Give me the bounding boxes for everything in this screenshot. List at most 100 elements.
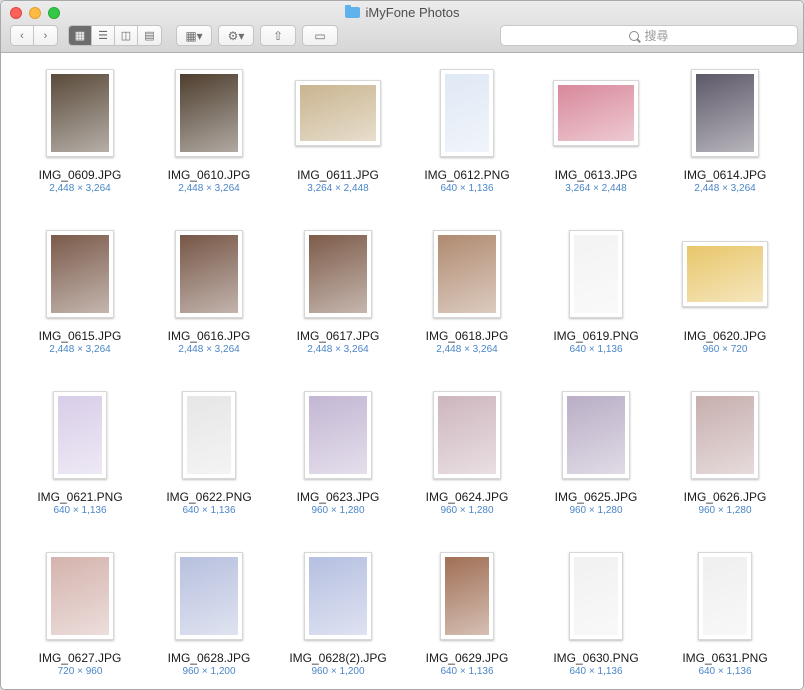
file-thumbnail[interactable] — [553, 80, 639, 146]
file-item[interactable]: IMG_0622.PNG 640 × 1,136 — [147, 388, 271, 538]
tag-icon: ▭ — [314, 28, 326, 43]
folder-icon — [344, 5, 360, 18]
thumbnail-image — [696, 74, 754, 152]
file-item[interactable]: IMG_0616.JPG 2,448 × 3,264 — [147, 227, 271, 377]
file-item[interactable]: IMG_0619.PNG 640 × 1,136 — [534, 227, 658, 377]
file-name: IMG_0613.JPG — [554, 168, 638, 182]
file-item[interactable]: IMG_0623.JPG 960 × 1,280 — [276, 388, 400, 538]
file-thumbnail[interactable] — [433, 230, 501, 318]
file-dimensions: 960 × 1,200 — [311, 666, 365, 677]
search-field[interactable]: 搜尋 — [500, 25, 798, 46]
file-item[interactable]: IMG_0609.JPG 2,448 × 3,264 — [18, 66, 142, 216]
thumbnail-image — [438, 396, 496, 474]
file-thumbnail[interactable] — [175, 552, 243, 640]
file-thumbnail[interactable] — [53, 391, 107, 479]
file-item[interactable]: IMG_0614.JPG 2,448 × 3,264 — [663, 66, 787, 216]
forward-button[interactable]: › — [34, 26, 57, 45]
thumbnail-image — [180, 74, 238, 152]
cover-flow-view-icon: ▤ — [144, 30, 155, 42]
file-item[interactable]: IMG_0610.JPG 2,448 × 3,264 — [147, 66, 271, 216]
file-item[interactable]: IMG_0621.PNG 640 × 1,136 — [18, 388, 142, 538]
action-button[interactable]: ⚙▾ — [218, 25, 254, 46]
thumbnail-image — [696, 396, 754, 474]
file-item[interactable]: IMG_0626.JPG 960 × 1,280 — [663, 388, 787, 538]
thumbnail-image — [51, 557, 109, 635]
back-button[interactable]: ‹ — [11, 26, 34, 45]
finder-window: iMyFone Photos ‹ › ▦ ☰ ◫ ▤ ▦▾ ⚙▾ ⇧ ▭ 搜尋 … — [0, 0, 804, 690]
file-item[interactable]: IMG_0627.JPG 720 × 960 — [18, 549, 142, 689]
file-item[interactable]: IMG_0612.PNG 640 × 1,136 — [405, 66, 529, 216]
file-thumbnail[interactable] — [440, 69, 494, 157]
file-item[interactable]: IMG_0624.JPG 960 × 1,280 — [405, 388, 529, 538]
thumbnail-image — [309, 235, 367, 313]
arrange-button[interactable]: ▦▾ — [176, 25, 212, 46]
file-dimensions: 640 × 1,136 — [569, 666, 623, 677]
file-name: IMG_0628.JPG — [167, 651, 251, 665]
window-title-text: iMyFone Photos — [365, 5, 460, 20]
file-thumbnail[interactable] — [433, 391, 501, 479]
thumbnail-image — [180, 235, 238, 313]
file-item[interactable]: IMG_0620.JPG 960 × 720 — [663, 227, 787, 377]
file-thumbnail[interactable] — [682, 241, 768, 307]
file-item[interactable]: IMG_0615.JPG 2,448 × 3,264 — [18, 227, 142, 377]
icon-view-button[interactable]: ▦ — [69, 26, 92, 45]
file-item[interactable]: IMG_0631.PNG 640 × 1,136 — [663, 549, 787, 689]
file-thumbnail[interactable] — [46, 552, 114, 640]
file-thumbnail[interactable] — [304, 391, 372, 479]
file-thumbnail[interactable] — [569, 552, 623, 640]
file-thumbnail[interactable] — [562, 391, 630, 479]
file-item[interactable]: IMG_0613.JPG 3,264 × 2,448 — [534, 66, 658, 216]
file-thumbnail[interactable] — [698, 552, 752, 640]
file-dimensions: 2,448 × 3,264 — [49, 183, 111, 194]
file-name: IMG_0617.JPG — [296, 329, 380, 343]
file-thumbnail[interactable] — [304, 552, 372, 640]
arrange-grid-icon: ▦▾ — [185, 28, 203, 43]
file-name: IMG_0629.JPG — [425, 651, 509, 665]
tag-button[interactable]: ▭ — [302, 25, 338, 46]
file-thumbnail[interactable] — [569, 230, 623, 318]
file-item[interactable]: IMG_0629.JPG 640 × 1,136 — [405, 549, 529, 689]
file-dimensions: 720 × 960 — [57, 666, 103, 677]
file-item[interactable]: IMG_0630.PNG 640 × 1,136 — [534, 549, 658, 689]
file-thumbnail[interactable] — [175, 230, 243, 318]
file-thumbnail[interactable] — [175, 69, 243, 157]
file-name: IMG_0622.PNG — [166, 490, 252, 504]
thumbnail-image — [445, 557, 489, 635]
file-item[interactable]: IMG_0628(2).JPG 960 × 1,200 — [276, 549, 400, 689]
thumbnail-image — [703, 557, 747, 635]
file-item[interactable]: IMG_0618.JPG 2,448 × 3,264 — [405, 227, 529, 377]
share-button[interactable]: ⇧ — [260, 25, 296, 46]
view-mode-control: ▦ ☰ ◫ ▤ — [68, 25, 162, 46]
column-view-button[interactable]: ◫ — [115, 26, 138, 45]
file-dimensions: 640 × 1,136 — [53, 505, 107, 516]
file-thumbnail[interactable] — [304, 230, 372, 318]
file-dimensions: 960 × 1,280 — [311, 505, 365, 516]
file-name: IMG_0614.JPG — [683, 168, 767, 182]
file-dimensions: 640 × 1,136 — [440, 666, 494, 677]
cover-flow-view-button[interactable]: ▤ — [138, 26, 161, 45]
file-thumbnail[interactable] — [691, 69, 759, 157]
file-item[interactable]: IMG_0628.JPG 960 × 1,200 — [147, 549, 271, 689]
file-item[interactable]: IMG_0617.JPG 2,448 × 3,264 — [276, 227, 400, 377]
file-name: IMG_0621.PNG — [37, 490, 123, 504]
file-dimensions: 2,448 × 3,264 — [178, 344, 240, 355]
file-thumbnail[interactable] — [440, 552, 494, 640]
file-thumbnail[interactable] — [182, 391, 236, 479]
search-placeholder: 搜尋 — [644, 29, 669, 43]
thumbnail-image — [51, 235, 109, 313]
thumbnail-image — [558, 85, 634, 141]
list-view-button[interactable]: ☰ — [92, 26, 115, 45]
file-thumbnail[interactable] — [46, 230, 114, 318]
thumbnail-image — [309, 396, 367, 474]
chevron-left-icon: ‹ — [20, 29, 24, 42]
file-item[interactable]: IMG_0625.JPG 960 × 1,280 — [534, 388, 658, 538]
file-item[interactable]: IMG_0611.JPG 3,264 × 2,448 — [276, 66, 400, 216]
file-dimensions: 2,448 × 3,264 — [49, 344, 111, 355]
file-name: IMG_0623.JPG — [296, 490, 380, 504]
title-bar: iMyFone Photos ‹ › ▦ ☰ ◫ ▤ ▦▾ ⚙▾ ⇧ ▭ 搜尋 — [1, 1, 803, 53]
file-thumbnail[interactable] — [295, 80, 381, 146]
file-thumbnail[interactable] — [46, 69, 114, 157]
thumbnail-image — [445, 74, 489, 152]
file-thumbnail[interactable] — [691, 391, 759, 479]
file-name: IMG_0610.JPG — [167, 168, 251, 182]
